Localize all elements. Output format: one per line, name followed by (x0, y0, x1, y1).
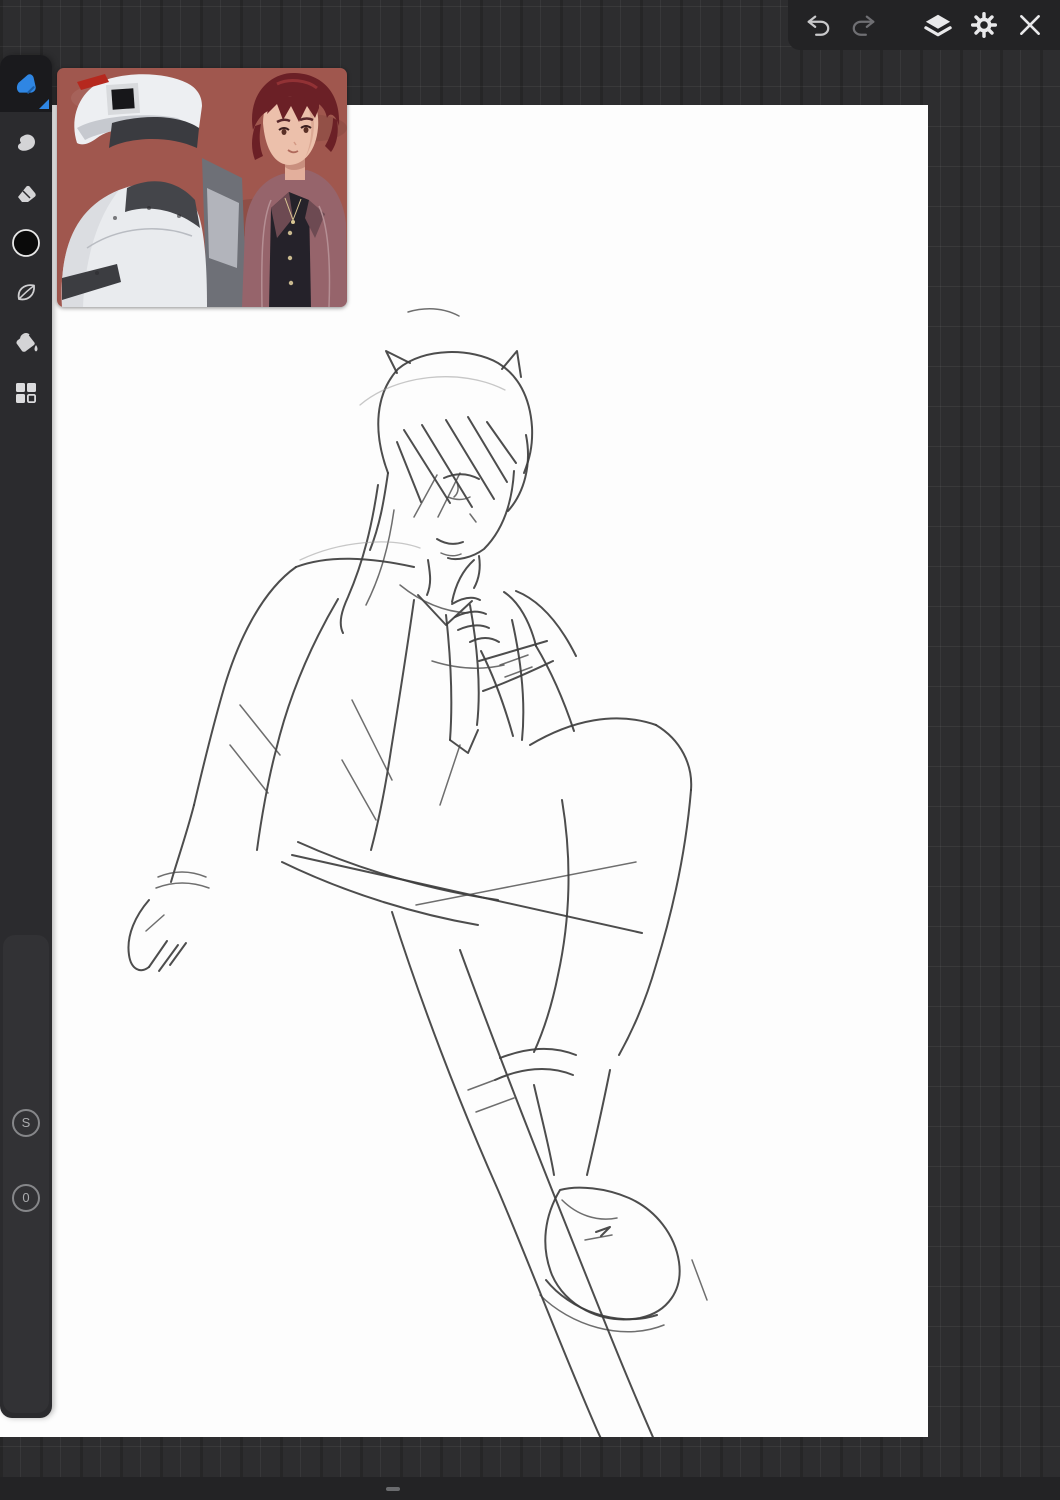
eraser-icon (18, 185, 36, 202)
layers-button[interactable] (922, 9, 954, 41)
selected-tool-indicator (39, 99, 49, 109)
paint-brush-icon (16, 73, 36, 94)
tool-color-swatch[interactable] (0, 218, 52, 268)
redo-icon (852, 15, 875, 36)
smudge-icon (17, 134, 35, 151)
history-buttons (802, 9, 880, 41)
quick-button-0[interactable]: 0 (12, 1184, 40, 1212)
tool-layout[interactable] (0, 368, 52, 418)
reference-image-art (57, 68, 347, 307)
layers-icon (924, 14, 952, 37)
tool-sidebar: S 0 (0, 55, 52, 1418)
panel-buttons (922, 9, 1046, 41)
leaf-icon (17, 284, 35, 301)
color-swatch-icon (12, 229, 40, 257)
tool-blend[interactable] (0, 268, 52, 318)
settings-button[interactable] (968, 9, 1000, 41)
redo-button[interactable] (848, 9, 880, 41)
progress-dash (386, 1487, 400, 1491)
quick-button-s[interactable]: S (12, 1109, 40, 1137)
tool-fill[interactable] (0, 318, 52, 368)
undo-icon (807, 15, 830, 36)
bottom-strip (0, 1477, 1060, 1500)
top-action-bar (788, 0, 1060, 50)
tool-smudge[interactable] (0, 118, 52, 168)
close-icon (1020, 15, 1040, 35)
undo-button[interactable] (802, 9, 834, 41)
slider-panel[interactable] (3, 935, 49, 1413)
reference-image[interactable] (57, 68, 347, 307)
close-button[interactable] (1014, 9, 1046, 41)
tool-eraser[interactable] (0, 168, 52, 218)
layout-grid-icon (16, 383, 36, 403)
tool-paint[interactable] (0, 55, 52, 112)
gear-icon (970, 11, 998, 39)
fill-bucket-icon (16, 333, 38, 352)
